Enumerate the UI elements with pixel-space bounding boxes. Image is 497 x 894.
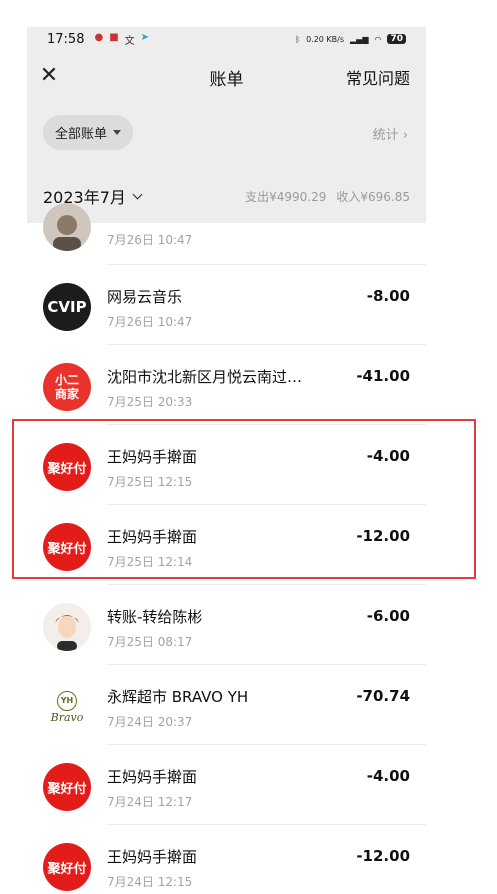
- transaction-name: 沈阳市沈北新区月悦云南过…: [107, 368, 303, 386]
- transaction-amount: -6.00: [366, 607, 410, 625]
- bill-screen: 17:58 ● ■ 文 ➤ ᛒ 0.20 KB/s ▂▄▆ ◠ 70 ✕ 账单 …: [0, 0, 497, 894]
- baidu-paw-icon: ●: [94, 31, 104, 43]
- close-icon[interactable]: ✕: [37, 63, 61, 88]
- faq-link[interactable]: 常见问题: [346, 65, 410, 89]
- cartoon-person-avatar: [43, 603, 91, 651]
- status-notification-icons: ● ■ 文 ➤: [94, 32, 149, 47]
- transaction-row[interactable]: 转账-转给陈彬 7月25日 08:17 -6.00: [27, 585, 426, 665]
- cvip-logo-avatar: CVIP: [43, 283, 91, 331]
- stats-label: 统计: [372, 128, 399, 143]
- transaction-amount: -4.00: [366, 767, 410, 785]
- transaction-row[interactable]: 聚好付 王妈妈手擀面 7月25日 12:15 -4.00: [27, 425, 426, 505]
- transaction-row[interactable]: YH Bravo 永辉超市 BRAVO YH 7月24日 20:37 -70.7…: [27, 665, 426, 745]
- transaction-time: 7月26日 10:47: [107, 233, 193, 247]
- telegram-icon: ➤: [140, 31, 150, 43]
- transaction-row[interactable]: 小二 商家 沈阳市沈北新区月悦云南过… 7月25日 20:33 -41.00: [27, 345, 426, 425]
- transaction-name: 王妈妈手擀面: [107, 768, 198, 786]
- transaction-time: 7月26日 10:47: [107, 315, 193, 329]
- bill-filter-dropdown[interactable]: 全部账单: [43, 115, 134, 150]
- chevron-down-icon: [132, 189, 143, 199]
- stats-link[interactable]: 统计 ›: [373, 124, 408, 143]
- transaction-row[interactable]: CVIP 网易云音乐 7月26日 10:47 -8.00: [27, 265, 426, 345]
- transaction-time: 7月25日 08:17: [107, 635, 193, 649]
- transaction-amount: -12.00: [356, 527, 410, 545]
- transaction-name: 王妈妈手擀面: [107, 448, 198, 466]
- transaction-name: 永辉超市 BRAVO YH: [107, 688, 249, 706]
- yh-bravo-avatar: YH Bravo: [43, 683, 91, 731]
- transaction-time: 7月24日 12:15: [107, 875, 193, 889]
- transaction-time: 7月25日 12:15: [107, 475, 193, 489]
- transaction-amount: -4.00: [366, 447, 410, 465]
- bill-header: ✕ 账单 常见问题 全部账单 统计 › 2023年7月 支出¥4990.29 收…: [27, 51, 426, 223]
- status-system-icons: ᛒ 0.20 KB/s ▂▄▆ ◠ 70: [295, 34, 406, 44]
- chevron-right-icon: ›: [402, 128, 408, 143]
- transaction-amount: -12.00: [356, 847, 410, 865]
- net-speed: 0.20 KB/s: [306, 34, 345, 44]
- signal-icon: ▂▄▆: [350, 34, 369, 44]
- transaction-amount: -70.74: [356, 687, 410, 705]
- transaction-name: 王妈妈手擀面: [107, 528, 198, 546]
- transaction-row[interactable]: 聚好付 王妈妈手擀面 7月24日 12:15 -12.00: [27, 825, 426, 894]
- translate-icon: 文: [124, 35, 135, 47]
- month-label: 2023年7月: [43, 188, 126, 207]
- juhaofu-avatar: 聚好付: [43, 443, 91, 491]
- battery-level: 70: [387, 34, 406, 44]
- juhaofu-avatar: 聚好付: [43, 763, 91, 811]
- bluetooth-icon: ᛒ: [295, 34, 301, 44]
- app-badge-icon: ■: [109, 31, 119, 43]
- status-time: 17:58: [47, 31, 85, 47]
- xiaoer-shangjia-avatar: 小二 商家: [43, 363, 91, 411]
- transaction-row[interactable]: 聚好付 王妈妈手擀面 7月25日 12:14 -12.00: [27, 505, 426, 585]
- transaction-amount: -8.00: [366, 287, 410, 305]
- wifi-icon: ◠: [374, 34, 382, 44]
- transaction-time: 7月25日 20:33: [107, 395, 193, 409]
- bill-filter-label: 全部账单: [55, 127, 108, 142]
- transaction-amount: -41.00: [356, 367, 410, 385]
- expense-summary: 支出¥4990.29: [245, 190, 327, 204]
- transaction-row[interactable]: 聚好付 王妈妈手擀面 7月24日 12:17 -4.00: [27, 745, 426, 825]
- transaction-name: 转账-转给陈彬: [107, 608, 203, 626]
- juhaofu-avatar: 聚好付: [43, 843, 91, 891]
- transaction-row[interactable]: 7月26日 10:47: [27, 203, 426, 265]
- caret-down-icon: [113, 130, 122, 135]
- status-bar: 17:58 ● ■ 文 ➤ ᛒ 0.20 KB/s ▂▄▆ ◠ 70: [27, 27, 426, 51]
- transaction-time: 7月24日 20:37: [107, 715, 193, 729]
- juhaofu-avatar: 聚好付: [43, 523, 91, 571]
- transaction-time: 7月25日 12:14: [107, 555, 193, 569]
- transaction-name: 王妈妈手擀面: [107, 848, 198, 866]
- month-summary: 支出¥4990.29 收入¥696.85: [245, 188, 410, 205]
- person-photo-avatar: [43, 203, 91, 251]
- transaction-name: 网易云音乐: [107, 288, 183, 306]
- transaction-list: 7月26日 10:47 CVIP 网易云音乐 7月26日 10:47 -8.00…: [27, 203, 426, 894]
- income-summary: 收入¥696.85: [336, 190, 410, 204]
- transaction-time: 7月24日 12:17: [107, 795, 193, 809]
